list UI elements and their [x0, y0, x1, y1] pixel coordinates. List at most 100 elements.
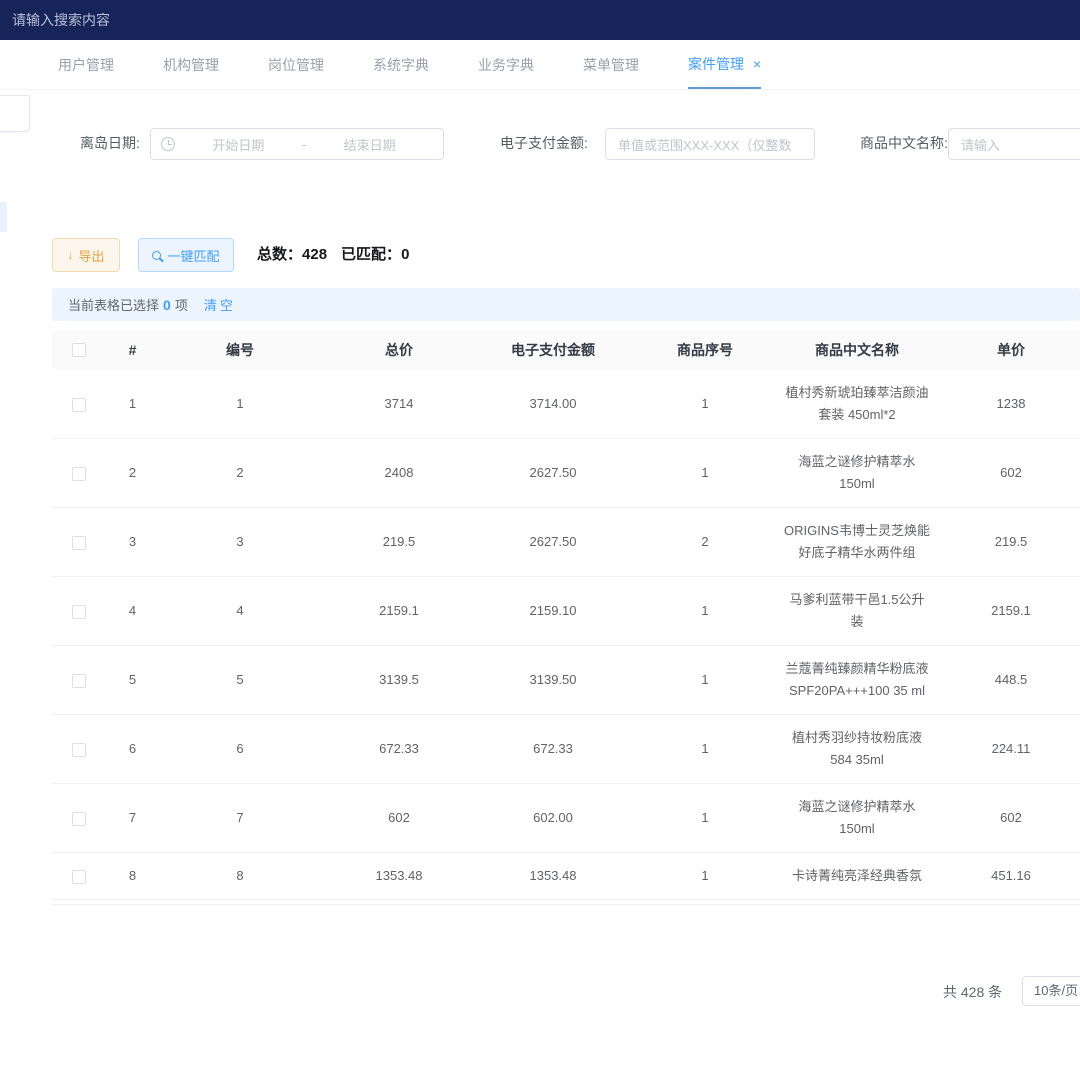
table-row[interactable]: 33219.52627.502ORIGINS韦博士灵芝焕能好底子精华水两件组21…	[52, 508, 1080, 577]
amount-input[interactable]: 单值或范围XXX-XXX（仅整数	[605, 128, 815, 160]
row-total-price: 672.33	[320, 726, 478, 772]
row-code: 8	[160, 853, 320, 899]
row-unit-price: 2159.1	[932, 588, 1080, 634]
row-checkbox[interactable]	[72, 870, 86, 884]
row-unit-price: 602	[932, 795, 1080, 841]
column-header: 商品序号	[628, 330, 782, 370]
row-checkbox[interactable]	[72, 398, 86, 412]
row-product-seq: 2	[628, 519, 782, 565]
table-body: 1137143714.001植村秀新琥珀臻萃洁颜油套装 450ml*212382…	[52, 370, 1080, 900]
column-header: 电子支付金额	[478, 330, 628, 370]
export-button[interactable]: ↓ 导出	[52, 238, 120, 272]
row-total-price: 2159.1	[320, 588, 478, 634]
table-row[interactable]: 442159.12159.101马爹利蓝带干邑1.5公升装2159.1	[52, 577, 1080, 646]
row-unit-price: 219.5	[932, 519, 1080, 565]
row-checkbox[interactable]	[72, 674, 86, 688]
row-epay-amount: 602.00	[478, 795, 628, 841]
row-checkbox[interactable]	[72, 605, 86, 619]
row-checkbox-cell	[52, 795, 105, 841]
tab-bar: 用户管理 机构管理岗位管理 系统字典 业务字典 菜单管理 案件管理 ×	[0, 40, 1080, 90]
product-name-input[interactable]: 请输入	[948, 128, 1080, 160]
total-label: 总数：	[257, 246, 302, 263]
row-checkbox-cell	[52, 381, 105, 427]
row-product-seq: 1	[628, 588, 782, 634]
row-unit-price: 1238	[932, 381, 1080, 427]
row-index: 7	[105, 795, 160, 841]
row-product-name: 卡诗菁纯亮泽经典香氛	[782, 853, 932, 899]
row-product-name: ORIGINS韦博士灵芝焕能好底子精华水两件组	[782, 508, 932, 576]
row-product-name: 马爹利蓝带干邑1.5公升装	[782, 577, 932, 645]
column-header: 总价	[320, 330, 478, 370]
row-code: 4	[160, 588, 320, 634]
data-table: #编号总价电子支付金额商品序号商品中文名称单价 1137143714.001植村…	[52, 330, 1080, 905]
date-start-placeholder: 开始日期	[175, 135, 302, 154]
row-product-name: 海蓝之谜修护精萃水 150ml	[782, 439, 932, 507]
amount-placeholder: 单值或范围XXX-XXX（仅整数	[618, 135, 791, 154]
tab-菜单管理[interactable]: 菜单管理	[583, 40, 639, 89]
tab-label: 用户管理	[58, 55, 114, 75]
tab-岗位管理[interactable]: 岗位管理	[268, 40, 324, 89]
row-total-price: 219.5	[320, 519, 478, 565]
select-all-checkbox[interactable]	[72, 343, 86, 357]
tab-机构管理[interactable]: 机构管理	[163, 40, 219, 89]
select-all-cell	[52, 330, 105, 370]
row-checkbox[interactable]	[72, 536, 86, 550]
pagination-total: 共 428 条	[943, 982, 1002, 1002]
close-icon[interactable]: ×	[753, 56, 761, 72]
row-checkbox-cell	[52, 588, 105, 634]
column-header: #	[105, 330, 160, 370]
tab-案件管理[interactable]: 案件管理 ×	[688, 40, 761, 89]
row-total-price: 3714	[320, 381, 478, 427]
page-size-select[interactable]: 10条/页	[1022, 976, 1080, 1006]
row-product-seq: 1	[628, 726, 782, 772]
navbar-search-input[interactable]: 请输入搜索内容	[12, 0, 110, 40]
search-icon	[152, 251, 161, 260]
column-header: 编号	[160, 330, 320, 370]
tab-label: 业务字典	[478, 55, 534, 75]
row-checkbox[interactable]	[72, 467, 86, 481]
one-click-match-button[interactable]: 一键匹配	[138, 238, 234, 272]
row-code: 5	[160, 657, 320, 703]
row-checkbox-cell	[52, 450, 105, 496]
match-button-label: 一键匹配	[167, 246, 219, 265]
clear-selection-link[interactable]: 清空	[204, 295, 236, 314]
row-product-name: 海蓝之谜修护精萃水 150ml	[782, 784, 932, 852]
tab-用户管理[interactable]: 用户管理	[58, 40, 114, 89]
table-row[interactable]: 881353.481353.481卡诗菁纯亮泽经典香氛451.16	[52, 853, 1080, 900]
table-row[interactable]: 66672.33672.331植村秀羽纱持妆粉底液 584 35ml224.11	[52, 715, 1080, 784]
matched-count: 0	[401, 246, 409, 263]
row-checkbox[interactable]	[72, 743, 86, 757]
toolbar: ↓ 导出 一键匹配 总数：428已匹配：0	[0, 238, 1080, 274]
row-code: 3	[160, 519, 320, 565]
row-index: 2	[105, 450, 160, 496]
row-product-seq: 1	[628, 450, 782, 496]
export-button-label: 导出	[78, 246, 104, 265]
row-code: 2	[160, 450, 320, 496]
tab-系统字典[interactable]: 系统字典	[373, 40, 429, 89]
row-epay-amount: 2627.50	[478, 519, 628, 565]
table-row[interactable]: 553139.53139.501兰蔻菁纯臻颜精华粉底液SPF20PA+++100…	[52, 646, 1080, 715]
row-epay-amount: 2627.50	[478, 450, 628, 496]
row-checkbox[interactable]	[72, 812, 86, 826]
date-range-input[interactable]: 开始日期 - 结束日期	[150, 128, 444, 160]
tab-label: 案件管理	[688, 54, 744, 74]
matched-label: 已匹配：	[341, 246, 401, 263]
date-filter-label: 离岛日期:	[80, 127, 140, 160]
row-unit-price: 448.5	[932, 657, 1080, 703]
table-row[interactable]: 1137143714.001植村秀新琥珀臻萃洁颜油套装 450ml*21238	[52, 370, 1080, 439]
row-product-name: 植村秀新琥珀臻萃洁颜油套装 450ml*2	[782, 370, 932, 438]
row-index: 3	[105, 519, 160, 565]
selection-count: 0	[163, 297, 171, 313]
row-index: 6	[105, 726, 160, 772]
row-index: 1	[105, 381, 160, 427]
selection-bar: 当前表格已选择 0 项 清空	[52, 288, 1080, 321]
table-row[interactable]: 2224082627.501海蓝之谜修护精萃水 150ml602	[52, 439, 1080, 508]
row-checkbox-cell	[52, 853, 105, 899]
row-code: 6	[160, 726, 320, 772]
table-row[interactable]: 77602602.001海蓝之谜修护精萃水 150ml602	[52, 784, 1080, 853]
product-name-placeholder: 请输入	[961, 135, 1000, 154]
row-index: 5	[105, 657, 160, 703]
tab-label: 系统字典	[373, 55, 429, 75]
tab-业务字典[interactable]: 业务字典	[478, 40, 534, 89]
row-total-price: 1353.48	[320, 853, 478, 899]
